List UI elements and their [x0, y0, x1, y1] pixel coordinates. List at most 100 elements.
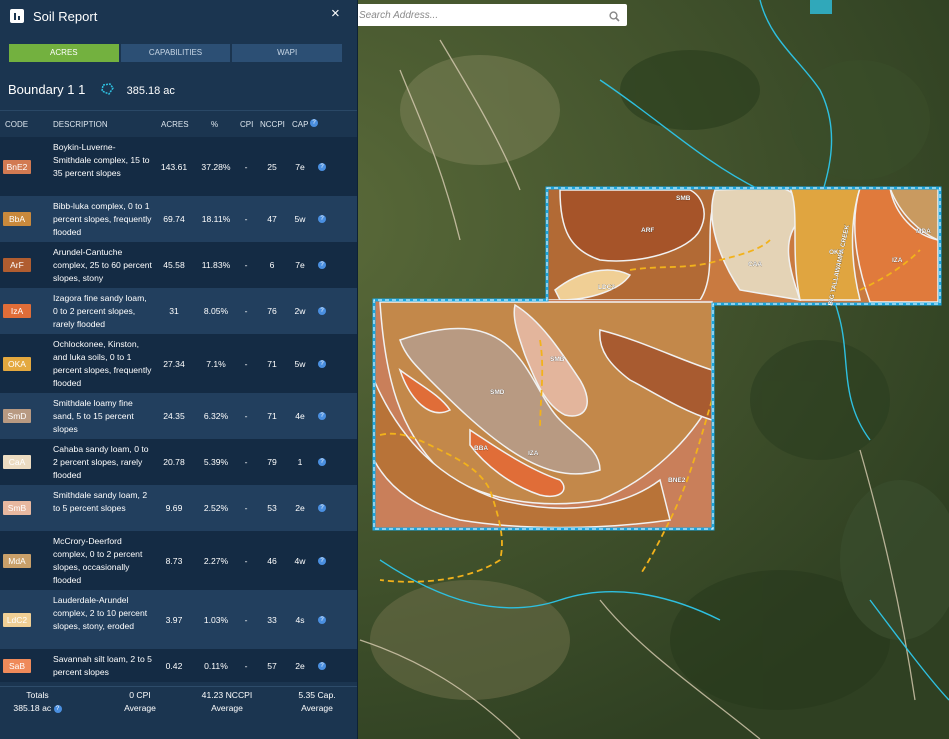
soil-cpi: -	[244, 260, 248, 270]
info-icon[interactable]: ?	[318, 412, 326, 420]
soil-acres: 69.74	[163, 214, 185, 224]
panel-header: Soil Report ×	[0, 0, 357, 34]
soil-cap: 4s	[295, 615, 305, 625]
info-icon[interactable]: ?	[318, 163, 326, 171]
info-icon[interactable]: ?	[318, 616, 326, 624]
soil-nccpi: 79	[267, 457, 277, 467]
close-icon[interactable]: ×	[331, 5, 340, 22]
table-row[interactable]: IzA Izagora fine sandy loam, 0 to 2 perce…	[0, 288, 357, 334]
totals-label: Totals	[26, 690, 49, 700]
map-label-ldc2: LDC2	[598, 284, 615, 291]
soil-code-badge: ArF	[3, 258, 31, 272]
table-row[interactable]: OKA Ochlockonee, Kinston, and luka soils,…	[0, 334, 357, 393]
totals-label-group: Totals 385.18 ac ?	[10, 689, 65, 715]
soil-nccpi: 6	[269, 260, 275, 270]
soil-acres: 31	[169, 306, 179, 316]
soil-description: Bibb-luka complex, 0 to 1 percent slopes…	[53, 201, 152, 237]
soil-code-badge: SmB	[3, 501, 31, 515]
map-label-caa: CAA	[748, 261, 762, 268]
soil-nccpi: 47	[267, 214, 277, 224]
info-icon[interactable]: ?	[310, 119, 318, 127]
soil-cap: 7e	[295, 260, 305, 270]
info-icon[interactable]: ?	[318, 504, 326, 512]
map-label-mda: MDA	[916, 228, 931, 235]
search-input[interactable]	[357, 4, 604, 26]
soil-cpi: -	[244, 661, 248, 671]
table-row[interactable]: SmB Smithdale sandy loam, 2 to 5 percent …	[0, 485, 357, 531]
table-row[interactable]: ArF Arundel-Cantuche complex, 25 to 60 pe…	[0, 242, 357, 288]
soil-percent: 18.11%	[201, 214, 231, 224]
table-row[interactable]: LdC2 Lauderdale-Arundel complex, 2 to 10 …	[0, 590, 357, 649]
tab-acres[interactable]: ACRES	[9, 44, 119, 62]
soil-nccpi: 25	[267, 162, 277, 172]
soil-nccpi: 71	[267, 359, 277, 369]
soil-cpi: -	[244, 162, 248, 172]
soil-description: Ochlockonee, Kinston, and luka soils, 0 …	[53, 339, 152, 388]
info-icon[interactable]: ?	[318, 215, 326, 223]
boundary-name: Boundary 1 1	[8, 82, 86, 97]
totals-cap: 5.35 Cap.	[298, 690, 336, 700]
totals-nccpi: 41.23 NCCPI	[201, 690, 253, 700]
soil-description: Smithdale sandy loam, 2 to 5 percent slo…	[53, 490, 148, 513]
info-icon[interactable]: ?	[53, 704, 62, 713]
soil-code-badge: SaB	[3, 659, 31, 673]
soil-acres: 9.69	[165, 503, 183, 513]
soil-nccpi: 76	[267, 306, 277, 316]
soil-nccpi: 33	[267, 615, 277, 625]
soil-code-badge: IzA	[3, 304, 31, 318]
soil-acres: 20.78	[163, 457, 185, 467]
soil-description: McCrory-Deerford complex, 0 to 2 percent…	[53, 536, 143, 585]
table-row[interactable]: SmD Smithdale loamy fine sand, 5 to 15 pe…	[0, 393, 357, 439]
chart-icon	[10, 9, 24, 23]
soil-code-badge: SmD	[3, 409, 31, 423]
table-row[interactable]: BnE2 Boykin-Luverne-Smithdale complex, 15…	[0, 137, 357, 196]
table-row[interactable]: CaA Cahaba sandy loam, 0 to 2 percent slo…	[0, 439, 357, 485]
water-body	[810, 0, 832, 14]
map-label-arf: ARF	[641, 227, 654, 234]
soil-description: Izagora fine sandy loam, 0 to 2 percent …	[53, 293, 147, 329]
col-acres: ACRES	[161, 120, 189, 129]
panel-title: Soil Report	[33, 9, 98, 24]
soil-cap: 4w	[294, 556, 306, 566]
soil-description: Arundel-Cantuche complex, 25 to 60 perce…	[53, 247, 152, 283]
info-icon[interactable]: ?	[318, 261, 326, 269]
totals-acres: 385.18 ac	[13, 703, 52, 713]
soil-percent: 2.52%	[203, 503, 229, 513]
table-row[interactable]: BbA Bibb-luka complex, 0 to 1 percent slo…	[0, 196, 357, 242]
totals-nccpi-group: 41.23 NCCPI Average	[190, 689, 264, 715]
address-search-box[interactable]	[357, 4, 627, 26]
soil-code-badge: BbA	[3, 212, 31, 226]
tab-capabilities[interactable]: CAPABILITIES	[120, 44, 231, 62]
col-cap: CAP	[292, 120, 309, 129]
soil-table: BnE2 Boykin-Luverne-Smithdale complex, 15…	[0, 137, 357, 682]
info-icon[interactable]: ?	[318, 662, 326, 670]
info-icon[interactable]: ?	[318, 458, 326, 466]
soil-percent: 1.03%	[203, 615, 229, 625]
soil-cap: 1	[297, 457, 303, 467]
soil-percent: 8.05%	[203, 306, 229, 316]
soil-percent: 0.11%	[204, 661, 228, 671]
table-row[interactable]: MdA McCrory-Deerford complex, 0 to 2 perc…	[0, 531, 357, 590]
tab-wapi[interactable]: WAPI	[232, 44, 343, 62]
polygon-icon[interactable]	[101, 83, 115, 98]
soil-nccpi: 57	[267, 661, 277, 671]
soil-cpi: -	[244, 615, 248, 625]
soil-description: Boykin-Luverne-Smithdale complex, 15 to …	[53, 142, 150, 178]
map-label-bba: BBA	[474, 445, 488, 452]
map-label-iza: IZA	[892, 257, 903, 264]
soil-code-badge: BnE2	[3, 160, 31, 174]
soil-acres: 27.34	[163, 359, 185, 369]
info-icon[interactable]: ?	[318, 557, 326, 565]
soil-percent: 37.28%	[201, 162, 231, 172]
info-icon[interactable]: ?	[318, 307, 326, 315]
table-row[interactable]: SaB Savannah silt loam, 2 to 5 percent sl…	[0, 649, 357, 682]
info-icon[interactable]: ?	[318, 360, 326, 368]
soil-map-polygons-lower[interactable]	[373, 300, 713, 529]
soil-cpi: -	[244, 503, 248, 513]
soil-cap: 4e	[295, 411, 305, 421]
soil-cap: 2e	[295, 661, 305, 671]
totals-cap-avg: Average	[301, 703, 333, 713]
soil-cap: 5w	[294, 359, 306, 369]
soil-description: Savannah silt loam, 2 to 5 percent slope…	[53, 654, 152, 677]
search-icon[interactable]	[609, 9, 620, 27]
